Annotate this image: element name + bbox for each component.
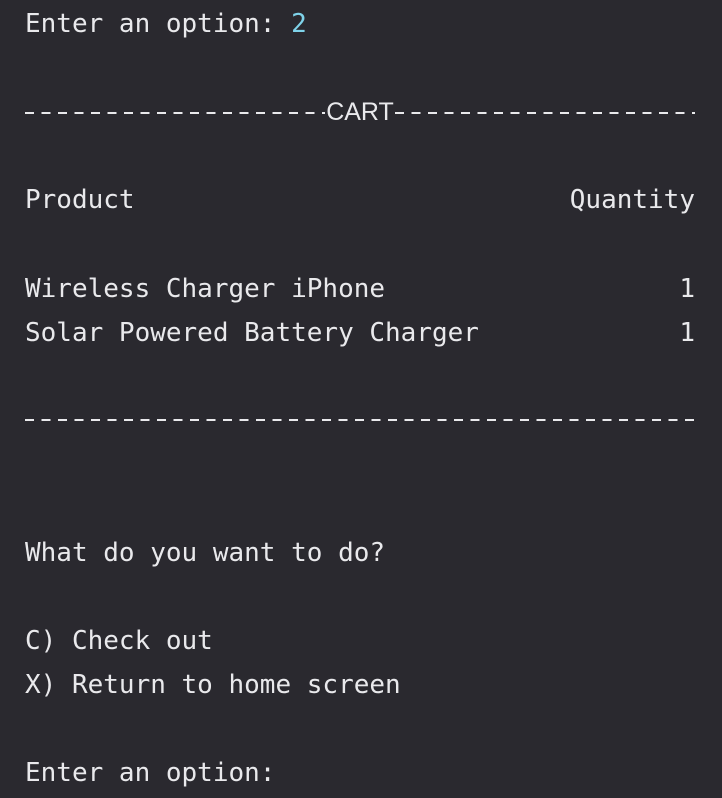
cart-item-quantity: 1 [679,318,695,348]
cart-footer-divider [25,419,695,421]
cart-header-dashes-right [394,112,696,114]
quantity-column-header: Quantity [569,185,695,215]
cart-item-quantity: 1 [679,274,695,304]
menu-option-checkout: C) Check out [25,626,213,656]
cart-header: CART [25,96,696,128]
option-input-value: 2 [291,9,307,39]
menu-question: What do you want to do? [25,538,386,568]
cart-header-dashes-left [25,112,326,114]
option-prompt-label: Enter an option: [25,9,292,39]
cart-title: CART [326,98,394,126]
cart-item-row: Wireless Charger iPhone 1 [25,273,695,305]
option-prompt-line: Enter an option: 2 [25,8,307,40]
cart-item-product: Solar Powered Battery Charger [25,318,479,348]
product-column-header: Product [25,185,135,215]
cart-column-headers: Product Quantity [25,184,695,216]
cart-item-row: Solar Powered Battery Charger 1 [25,317,695,349]
terminal-window[interactable]: Enter an option: 2 CART Product Quantity… [0,0,722,798]
option-prompt-label: Enter an option: [25,758,276,788]
menu-option-return-home: X) Return to home screen [25,670,401,700]
cart-item-product: Wireless Charger iPhone [25,274,386,304]
option-prompt-line[interactable]: Enter an option: [25,757,275,789]
